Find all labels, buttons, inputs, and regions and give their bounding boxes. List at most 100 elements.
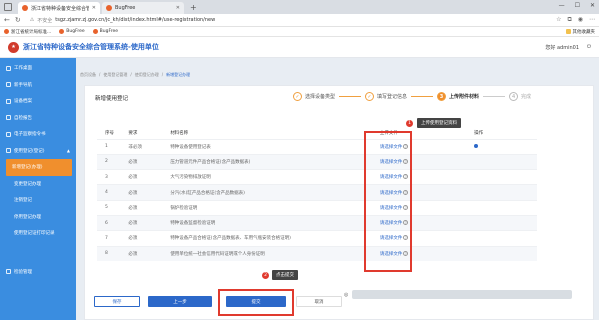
operation-cell — [474, 138, 537, 155]
minimize-icon[interactable]: — — [559, 2, 565, 9]
column-header: 操作 — [474, 131, 484, 137]
sidebar: 工作桌面 新手导航 设备档案 自检报告 电子监察指令书 使用登记(登记) ▲ 新增… — [0, 58, 76, 320]
user-area[interactable]: 您好 admin01 ⏻ — [545, 44, 591, 51]
sidebar-item-guide[interactable]: 新手导航 — [0, 77, 76, 94]
close-window-icon[interactable]: ✕ — [590, 2, 595, 9]
breadcrumb-item[interactable]: 使用登记办理 — [135, 72, 159, 78]
address-bar: ← ↻ ⚠ 不安全 tsgz.zjamr.zj.gov.cn/jc_kh/dis… — [0, 14, 599, 27]
step-connector — [411, 96, 434, 97]
sidebar-item-print-records[interactable]: 使用登记证打印记录 — [0, 225, 76, 242]
site-favicon-icon — [106, 5, 112, 11]
sidebar-item-equipment[interactable]: 设备档案 — [0, 93, 76, 110]
row-material-name: 分汽(水)缸产品合格证(含产品数据表) — [170, 184, 380, 201]
breadcrumb-separator: / — [161, 72, 164, 77]
step-connector — [339, 96, 362, 97]
row-requirement: 非必须 — [128, 138, 171, 155]
dashboard-icon — [6, 65, 11, 71]
sidebar-item-change-registration[interactable]: 变更登记办理 — [0, 176, 76, 193]
previous-step-button[interactable]: 上一步 — [148, 296, 212, 307]
bookmarks-bar: 浙江省统计局标准... BugFree BugFree 其他收藏夹 — [0, 27, 599, 37]
sidebar-item-supervision[interactable]: 电子监察指令书 — [0, 126, 76, 143]
collections-icon[interactable]: ⧉ — [567, 16, 571, 24]
close-tab-icon[interactable]: ✕ — [92, 5, 96, 11]
table-row: 7 必须 特种设备产品合格证(含产品数据表、车用气瓶安装合格证明) 请选择文件? — [97, 230, 537, 247]
url-text: tsgz.zjamr.zj.gov.cn/jc_kh/dist/index.ht… — [55, 17, 216, 23]
table-row: 3 必须 大气污染物排放证明 请选择文件? — [97, 169, 537, 185]
url-field[interactable]: ⚠ 不安全 tsgz.zjamr.zj.gov.cn/jc_kh/dist/in… — [26, 15, 551, 25]
row-requirement: 必须 — [128, 245, 171, 262]
more-icon[interactable]: ⋯ — [589, 16, 595, 24]
bookmark-icon — [4, 29, 9, 34]
step-fill-info: ✓ 填写登记信息 — [365, 92, 407, 101]
upload-highlight-box — [364, 131, 412, 272]
submit-tooltip: 点击提交 — [272, 270, 298, 280]
bookmark-item[interactable]: 浙江省统计局标准... — [4, 29, 51, 35]
logout-icon[interactable]: ⏻ — [587, 44, 591, 50]
row-number: 2 — [97, 153, 129, 170]
step-number: 3 — [437, 92, 447, 101]
status-dot-icon[interactable] — [474, 143, 479, 148]
table-row: 4 必须 分汽(水)缸产品合格证(含产品数据表) 请选择文件? — [97, 184, 537, 201]
new-tab-button[interactable]: + — [186, 2, 201, 14]
breadcrumb-item[interactable]: 使用登记管理 — [103, 72, 127, 78]
profile-icon[interactable]: ◉ — [578, 16, 583, 24]
sidebar-item-suspend-registration[interactable]: 停用登记办理 — [0, 209, 76, 226]
column-header: 要求 — [128, 131, 138, 137]
breadcrumb-item[interactable]: 首页设备 — [80, 72, 96, 78]
row-requirement: 必须 — [128, 199, 171, 216]
bookmark-icon — [92, 29, 98, 34]
maximize-icon[interactable]: ☐ — [575, 2, 580, 9]
breadcrumb-current: 新增登记办理 — [166, 72, 191, 77]
folder-icon — [565, 29, 571, 34]
breadcrumb-separator: / — [99, 72, 101, 77]
cancel-button[interactable]: 取消 — [296, 296, 342, 307]
row-number: 1 — [97, 138, 129, 155]
submit-button[interactable]: 提交 — [226, 296, 286, 307]
column-header: 序号 — [105, 131, 114, 137]
attachments-table: 序号 要求 材料名称 上传文件 操作 1 非必须 特种设备使用登记表 请选择文件? 2… — [97, 128, 537, 262]
close-tab-icon[interactable]: ✕ — [176, 5, 180, 11]
sidebar-item-dashboard[interactable]: 工作桌面 — [0, 60, 76, 77]
row-number: 8 — [97, 245, 129, 262]
refresh-icon[interactable]: ↻ — [15, 16, 21, 24]
back-icon[interactable]: ← — [4, 16, 10, 24]
warning-icon: ⚠ — [29, 17, 35, 23]
operation-cell — [474, 214, 537, 231]
sidebar-item-new-registration[interactable]: 新增登记(办理) — [6, 159, 72, 176]
bookmark-item[interactable]: BugFree — [59, 29, 85, 34]
watermark: ◎ — [344, 290, 573, 299]
row-number: 6 — [97, 214, 129, 231]
guide-icon — [6, 82, 11, 88]
bookmark-icon — [59, 29, 65, 34]
other-bookmarks-folder[interactable]: 其他收藏夹 — [565, 29, 595, 35]
tab-actions-icon[interactable] — [4, 3, 12, 11]
row-material-name: 大气污染物排放证明 — [170, 169, 380, 185]
step-check-icon: ✓ — [293, 92, 302, 101]
registration-card: 新增使用登记 ✓ 选择设备类型 ✓ 填写登记信息 3 上传附件材料 4 完成 序号 要求… — [84, 85, 594, 320]
favorites-icon[interactable]: ☆ — [556, 16, 561, 24]
row-requirement: 必须 — [128, 214, 171, 231]
sidebar-item-self-check[interactable]: 自检报告 — [0, 110, 76, 127]
browser-tab[interactable]: BugFree ✕ — [102, 2, 184, 14]
operation-cell — [474, 230, 537, 247]
sidebar-item-registration[interactable]: 使用登记(登记) ▲ — [0, 143, 76, 160]
step-number: 4 — [509, 92, 519, 101]
row-number: 4 — [97, 184, 129, 201]
step-check-icon: ✓ — [365, 92, 375, 101]
report-icon — [6, 115, 11, 121]
sidebar-item-cancel-registration[interactable]: 注销登记 — [0, 192, 76, 209]
page-title: 新增使用登记 — [95, 96, 129, 102]
row-number: 5 — [97, 199, 129, 216]
upload-tooltip: 上传使用登记资料 — [417, 118, 461, 128]
row-material-name: 使用单位统一社会信用代码证明或个人身份证明 — [170, 245, 380, 262]
browser-tab-bar: 浙江省特种设备安全综合管理系统 ✕ BugFree ✕ + — ☐ ✕ — [0, 0, 599, 14]
save-button[interactable]: 保存 — [94, 296, 140, 307]
sidebar-item-inspection[interactable]: 检验管理 — [0, 264, 76, 281]
browser-tab-active[interactable]: 浙江省特种设备安全综合管理系统 ✕ — [18, 2, 100, 14]
bookmark-item[interactable]: BugFree — [92, 29, 118, 34]
not-secure-label: 不安全 — [37, 17, 53, 24]
table-row: 6 必须 特种设备监督检验证明 请选择文件? — [97, 214, 537, 231]
row-requirement: 必须 — [128, 230, 171, 247]
step-badge-2: 2 — [262, 272, 269, 279]
tab-title: 浙江省特种设备安全综合管理系统 — [31, 5, 89, 12]
